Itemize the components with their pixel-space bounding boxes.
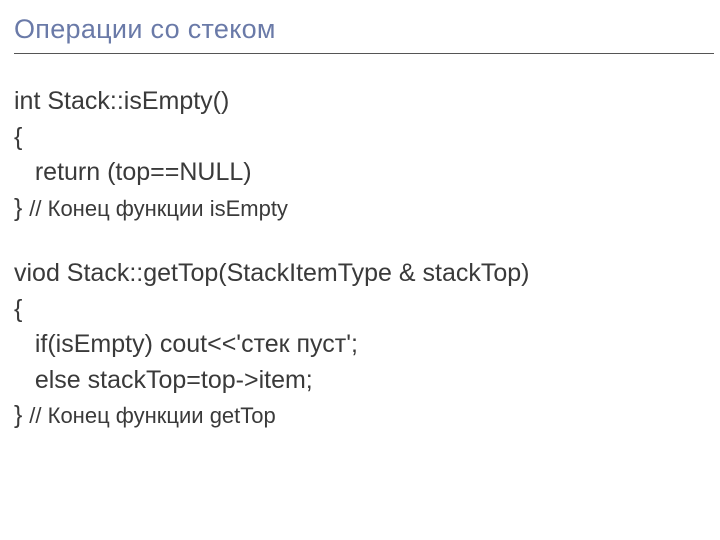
title-underline: [14, 53, 714, 54]
code-line: {: [14, 120, 708, 156]
code-close: }: [14, 194, 29, 222]
slide-title: Операции со стеком: [14, 14, 708, 45]
code-line: else stackTop=top->item;: [14, 363, 708, 399]
slide-body: int Stack::isEmpty() { return (top==NULL…: [14, 84, 708, 434]
code-line: {: [14, 292, 708, 328]
code-close: }: [14, 401, 29, 429]
code-line: return (top==NULL): [14, 155, 708, 191]
slide: Операции со стеком int Stack::isEmpty() …: [0, 0, 720, 540]
code-line: int Stack::isEmpty(): [14, 84, 708, 120]
code-comment: // Конец функции getTop: [29, 403, 275, 428]
code-line: } // Конец функции getTop: [14, 398, 708, 434]
code-block: viod Stack::getTop(StackItemTypе & stack…: [14, 256, 708, 434]
code-line: } // Конец функции isEmpty: [14, 191, 708, 227]
code-comment: // Конец функции isEmpty: [29, 196, 288, 221]
code-line: if(isEmpty) cout<<'стек пуст';: [14, 327, 708, 363]
code-line: viod Stack::getTop(StackItemTypе & stack…: [14, 256, 708, 292]
